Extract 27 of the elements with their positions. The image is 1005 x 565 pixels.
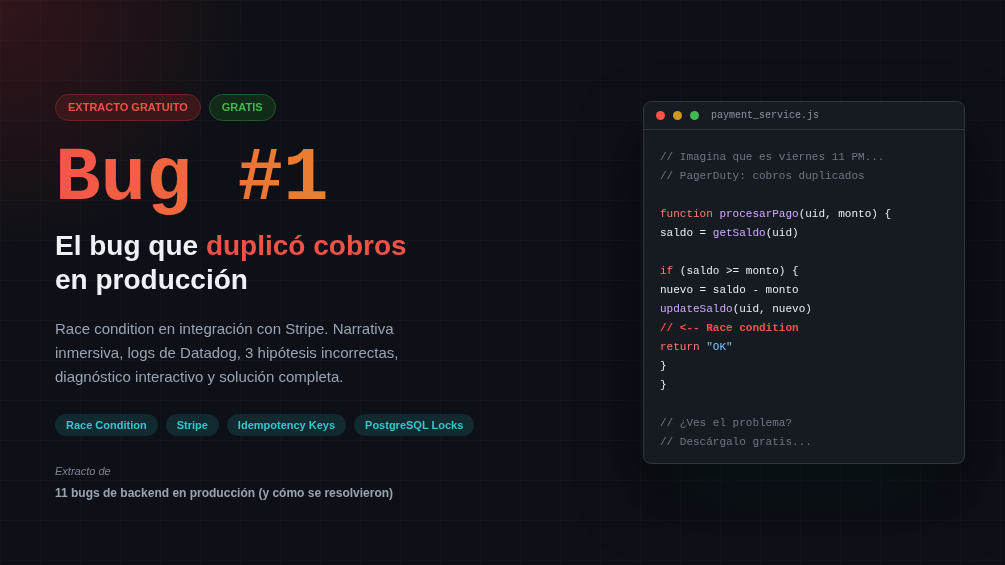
file-name: payment_service.js (711, 109, 820, 123)
code-line: updateSaldo(uid, nuevo) (660, 302, 813, 317)
label-badge: GRATIS (208, 94, 276, 121)
code-line: } (660, 378, 668, 393)
description: Race condition en integración con Stripe. Narrativa inmersiva, logs de Datadog, 3 hipótesis incorrectas, diagnóstico interactivo y solución completa. (55, 318, 400, 387)
topic-tag: Stripe (165, 413, 219, 436)
topic-tag: Idempotency Keys (226, 413, 347, 436)
code-line: return "OK" (660, 340, 734, 355)
topic-tag: PostgreSQL Locks (354, 413, 475, 436)
code-line: } (660, 359, 668, 374)
code-line: // PagerDuty: cobros duplicados (660, 169, 866, 184)
topic-tag: Race Condition (55, 413, 158, 436)
code-line: // Imagina que es viernes 11 PM... (660, 150, 886, 165)
code-line: // <-- Race condition (660, 321, 800, 336)
code-line: saldo = getSaldo(uid) (660, 226, 800, 241)
headline: El bug que duplicó cobros en producción (55, 228, 408, 297)
source-label: Extracto de (55, 464, 112, 479)
code-line: nuevo = saldo - monto (660, 283, 800, 298)
minimize-dot-icon (673, 111, 682, 120)
code-line: // Descárgalo gratis... (660, 435, 813, 450)
label-badge: EXTRACTO GRATUITO (55, 94, 201, 121)
close-dot-icon (656, 111, 665, 120)
book-title: 11 bugs de backend en producción (y cómo se resolvieron) (55, 484, 395, 502)
code-line: if (saldo >= monto) { (660, 264, 800, 279)
maximize-dot-icon (690, 111, 699, 120)
code-line: // ¿Ves el problema? (660, 416, 794, 431)
code-line: function procesarPago(uid, monto) { (660, 207, 893, 222)
